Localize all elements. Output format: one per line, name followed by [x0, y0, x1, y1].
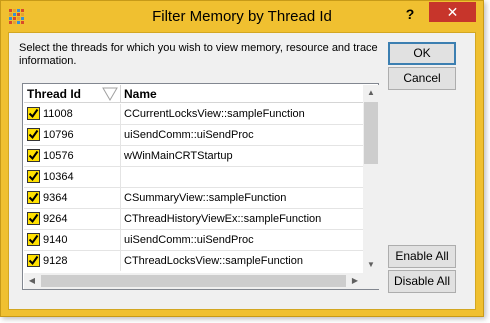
cell-divider [120, 230, 121, 251]
thread-id-cell: 9128 [43, 255, 68, 267]
cell-divider [120, 209, 121, 230]
checkmark-icon [28, 108, 39, 119]
title-bar[interactable]: Filter Memory by Thread Id ? ✕ [1, 1, 483, 31]
help-button[interactable]: ? [396, 3, 424, 25]
dialog-client-area: Select the threads for which you wish to… [8, 32, 476, 310]
thread-name-cell: CThreadLocksView::sampleFunction [124, 255, 303, 267]
scrollbar-corner [363, 273, 379, 289]
ok-button[interactable]: OK [388, 42, 456, 65]
thread-id-cell: 10364 [43, 171, 74, 183]
thread-name-cell: uiSendComm::uiSendProc [124, 234, 254, 246]
cell-divider [120, 188, 121, 209]
thread-checkbox[interactable] [27, 191, 40, 204]
cancel-button[interactable]: Cancel [388, 67, 456, 90]
thread-checkbox[interactable] [27, 128, 40, 141]
checkmark-icon [28, 150, 39, 161]
horizontal-scrollbar[interactable]: ◀ ▶ [24, 273, 363, 289]
dialog-window: Filter Memory by Thread Id ? ✕ Select th… [0, 0, 484, 317]
sort-descending-icon [102, 87, 118, 101]
scroll-right-icon[interactable]: ▶ [347, 273, 363, 289]
table-row[interactable]: 10796 uiSendComm::uiSendProc [24, 125, 363, 146]
thread-id-cell: 9364 [43, 192, 68, 204]
thread-id-cell: 11008 [43, 108, 73, 120]
close-button[interactable]: ✕ [429, 2, 476, 22]
cell-divider [120, 251, 121, 271]
checkmark-icon [28, 234, 39, 245]
thread-name-cell: CThreadHistoryViewEx::sampleFunction [124, 213, 322, 225]
thread-checkbox[interactable] [27, 170, 40, 183]
checkmark-icon [28, 129, 39, 140]
thread-checkbox[interactable] [27, 149, 40, 162]
cell-divider [120, 104, 121, 125]
checkmark-icon [28, 192, 39, 203]
table-row[interactable]: 10576 wWinMainCRTStartup [24, 146, 363, 167]
cell-divider [120, 146, 121, 167]
enable-all-button[interactable]: Enable All [388, 245, 456, 268]
table-row[interactable]: 9364 CSummaryView::sampleFunction [24, 188, 363, 209]
cell-divider [120, 167, 121, 188]
thread-id-cell: 9140 [43, 234, 68, 246]
table-row[interactable]: 11008 CCurrentLocksView::sampleFunction [24, 104, 363, 125]
thread-checkbox[interactable] [27, 107, 40, 120]
vertical-scrollbar[interactable]: ▲ ▼ [363, 85, 379, 273]
thread-checkbox[interactable] [27, 212, 40, 225]
thread-checkbox[interactable] [27, 254, 40, 267]
scroll-left-icon[interactable]: ◀ [24, 273, 40, 289]
table-row[interactable]: 9128 CThreadLocksView::sampleFunction [24, 251, 363, 271]
horizontal-scroll-thumb[interactable] [41, 275, 346, 287]
list-rows: 11008 CCurrentLocksView::sampleFunction10… [24, 104, 363, 271]
thread-name-cell: CCurrentLocksView::sampleFunction [124, 108, 305, 120]
table-row[interactable]: 9140 uiSendComm::uiSendProc [24, 230, 363, 251]
thread-id-cell: 9264 [43, 213, 68, 225]
scroll-up-icon[interactable]: ▲ [363, 85, 379, 101]
thread-id-cell: 10576 [43, 150, 74, 162]
thread-checkbox[interactable] [27, 233, 40, 246]
scroll-down-icon[interactable]: ▼ [363, 257, 379, 273]
table-row[interactable]: 10364 [24, 167, 363, 188]
thread-list[interactable]: Thread Id Name 11008 CCurrentLocksView::s… [22, 83, 379, 290]
instructions-text: Select the threads for which you wish to… [19, 42, 378, 67]
thread-name-cell: uiSendComm::uiSendProc [124, 129, 254, 141]
thread-id-cell: 10796 [43, 129, 74, 141]
list-header: Thread Id Name [24, 85, 363, 103]
checkmark-icon [28, 255, 39, 266]
vertical-scroll-thumb[interactable] [364, 102, 378, 164]
table-row[interactable]: 9264 CThreadHistoryViewEx::sampleFunction [24, 209, 363, 230]
cell-divider [120, 125, 121, 146]
thread-name-cell: wWinMainCRTStartup [124, 150, 233, 162]
checkmark-icon [28, 171, 39, 182]
checkmark-icon [28, 213, 39, 224]
column-header-name[interactable]: Name [121, 85, 363, 103]
thread-name-cell: CSummaryView::sampleFunction [124, 192, 287, 204]
disable-all-button[interactable]: Disable All [388, 270, 456, 293]
